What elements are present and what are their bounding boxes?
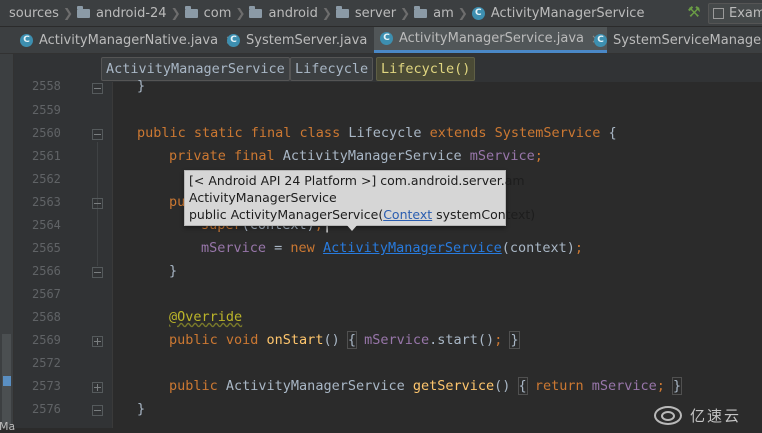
tab-label: ActivityManagerNative.java (39, 32, 219, 48)
tab-activitymanagernative[interactable]: C ActivityManagerNative.java × (20, 27, 235, 53)
folder-icon (414, 5, 428, 18)
fold-start-icon[interactable] (92, 198, 103, 209)
line-number: 2576 (32, 402, 61, 416)
breadcrumb-label: android (268, 5, 318, 21)
breadcrumb-item-com[interactable]: com ❯ (184, 5, 250, 21)
line-number: 2559 (32, 103, 61, 117)
fold-end-icon[interactable] (92, 83, 103, 94)
breadcrumb-label: ActivityManagerService (490, 5, 645, 21)
fold-end-icon[interactable] (92, 405, 103, 416)
code-line-2576: } (137, 401, 146, 417)
chevron-right-icon: ❯ (170, 6, 181, 20)
breadcrumb-item-android-24[interactable]: android-24 ❯ (77, 5, 185, 21)
breadcrumb-item-server[interactable]: server ❯ (335, 5, 414, 21)
line-number: 2562 (32, 172, 61, 186)
tooltip-signature-suffix: systemContext) (432, 207, 536, 222)
cloud-logo-icon (654, 406, 682, 425)
line-number: 2564 (32, 218, 61, 232)
class-icon: C (380, 32, 393, 45)
code-line-2558: } (137, 78, 146, 94)
line-number: 2560 (32, 126, 61, 140)
watermark-text: 亿速云 (690, 407, 742, 425)
code-line-2560: public static final class Lifecycle exte… (137, 125, 617, 141)
line-number: 2566 (32, 264, 61, 278)
build-hammer-icon[interactable]: ⚒ (686, 4, 702, 21)
breadcrumb: sources ❯ android-24 ❯ com ❯ android ❯ s… (0, 0, 644, 26)
line-number: 2568 (32, 310, 61, 324)
quick-doc-tooltip: [< Android API 24 Platform >] com.androi… (184, 170, 535, 226)
chevron-right-icon: ❯ (400, 6, 411, 20)
breadcrumb-label: am (433, 5, 454, 21)
code-line-2569: public void onStart() { mService.start()… (169, 331, 520, 349)
tooltip-package-line: [< Android API 24 Platform >] com.androi… (189, 173, 525, 188)
structure-item-class[interactable]: ActivityManagerService (101, 57, 290, 81)
tab-label: SystemServer.java (246, 32, 368, 48)
line-number: 2563 (32, 195, 61, 209)
code-line-2565: mService = new ActivityManagerService(co… (201, 240, 584, 256)
chevron-right-icon: ❯ (457, 6, 468, 20)
tooltip-pointer (345, 223, 359, 231)
tab-systemserver[interactable]: C SystemServer.java × (227, 27, 384, 53)
expand-fold-icon[interactable] (92, 336, 103, 347)
tab-activitymanagerservice[interactable]: C ActivityManagerService.java × (374, 27, 608, 53)
navigation-bar: sources ❯ android-24 ❯ com ❯ android ❯ s… (0, 0, 762, 27)
class-icon: C (471, 6, 485, 20)
line-number: 2561 (32, 149, 61, 163)
fold-start-icon[interactable] (92, 129, 103, 140)
code-editor[interactable]: } public static final class Lifecycle ex… (113, 78, 762, 428)
tab-systemservicemanager[interactable]: C SystemServiceManager.java (594, 27, 762, 53)
class-icon: C (594, 33, 607, 47)
code-line-2561: private final ActivityManagerService mSe… (169, 148, 543, 164)
structure-item-constructor[interactable]: Lifecycle() (376, 57, 476, 81)
tooltip-signature-prefix: public ActivityManagerService( (189, 207, 384, 222)
line-number: 2558 (32, 79, 61, 93)
run-configuration-label: Exam (729, 6, 762, 21)
tab-label: SystemServiceManager.java (613, 32, 762, 48)
chevron-right-icon: ❯ (321, 6, 332, 20)
class-icon: C (20, 33, 33, 47)
folder-icon (249, 5, 263, 18)
tooltip-signature-line: public ActivityManagerService(Context sy… (189, 207, 535, 222)
breadcrumb-item-am[interactable]: am ❯ (414, 5, 472, 21)
line-number: 2565 (32, 241, 61, 255)
line-number: 2572 (32, 356, 61, 370)
breadcrumb-item-activitymanagerservice[interactable]: C ActivityManagerService (471, 5, 645, 21)
folder-icon (335, 5, 349, 18)
tool-window-label: Ma (0, 420, 16, 433)
breadcrumb-item-sources[interactable]: sources ❯ (9, 6, 77, 21)
class-icon: C (227, 33, 240, 47)
watermark: 亿速云 (654, 403, 762, 428)
tooltip-class-line: ActivityManagerService (189, 190, 337, 205)
folder-icon (184, 5, 198, 18)
left-tool-strip: Ma (0, 54, 15, 433)
breadcrumb-label: com (203, 5, 232, 21)
structure-item-inner-class[interactable]: Lifecycle (290, 57, 374, 81)
line-number: 2567 (32, 287, 61, 301)
code-line-2573: public ActivityManagerService getService… (169, 377, 683, 395)
context-type-link[interactable]: Context (383, 207, 432, 222)
code-line-2568: @Override (169, 309, 243, 325)
fold-end-icon[interactable] (92, 267, 103, 278)
tab-label: ActivityManagerService.java (399, 31, 585, 46)
breadcrumb-label: server (354, 5, 397, 21)
folder-icon (77, 5, 91, 18)
editor-tab-bar: C ActivityManagerNative.java × C SystemS… (0, 27, 762, 54)
breadcrumb-label: sources (9, 5, 59, 21)
breadcrumb-item-android[interactable]: android ❯ (249, 5, 335, 21)
chevron-right-icon: ❯ (235, 6, 246, 20)
run-configuration-selector[interactable]: Exam (708, 3, 762, 24)
breadcrumb-label: android-24 (96, 5, 167, 21)
config-icon (713, 8, 724, 19)
expand-fold-icon[interactable] (92, 382, 103, 393)
code-structure-bar: ActivityManagerService Lifecycle Lifecyc… (14, 54, 762, 82)
tool-window-indicator (3, 376, 11, 386)
editor-gutter: 2558 2559 2560 2561 2562 2563 2564 2565 … (14, 79, 113, 428)
code-line-2566: } (169, 263, 178, 279)
line-number: 2569 (32, 333, 61, 347)
line-number: 2573 (32, 379, 61, 393)
chevron-right-icon: ❯ (62, 6, 74, 20)
